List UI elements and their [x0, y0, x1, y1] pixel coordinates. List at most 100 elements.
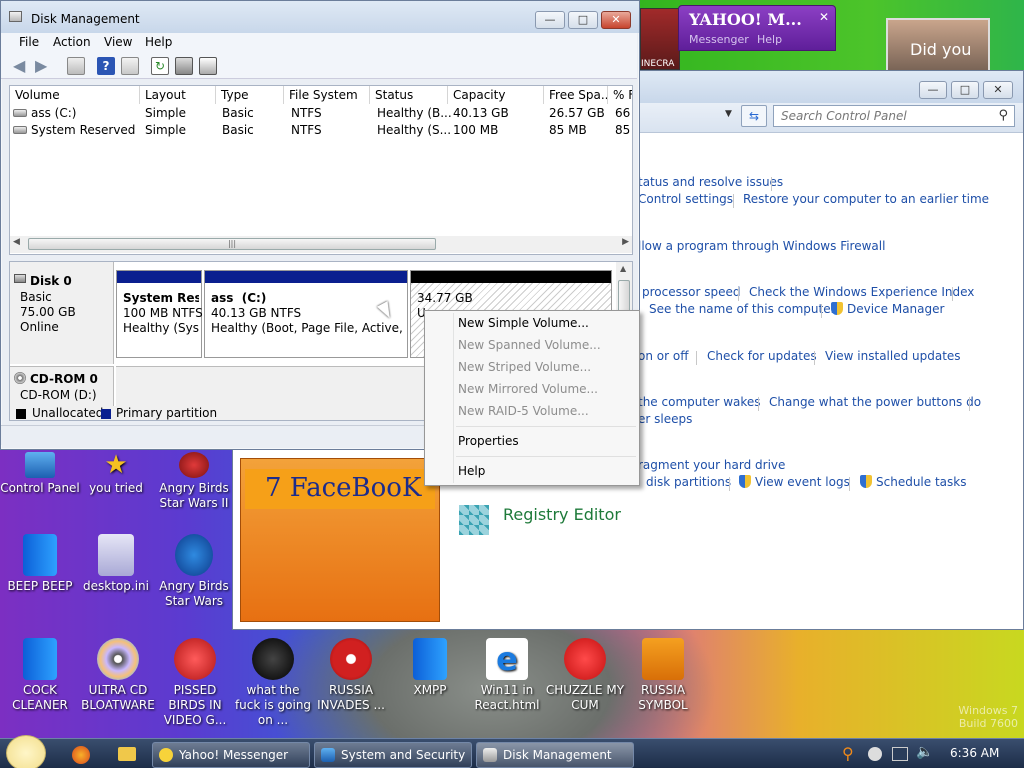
help-icon[interactable]: ? [97, 57, 115, 75]
column-header-file-system[interactable]: File System [284, 86, 370, 104]
yahoo-menu-help[interactable]: Help [757, 33, 782, 46]
menu-item-new-spanned-volume[interactable]: New Spanned Volume... [458, 335, 601, 355]
volume-tray-icon[interactable]: 🔈 [916, 744, 933, 760]
link-restore[interactable]: Restore your computer to an earlier time [743, 192, 989, 206]
minimize-button[interactable]: — [535, 11, 565, 29]
menu-item-properties[interactable]: Properties [458, 431, 519, 451]
link-disk-partitions[interactable]: disk partitions [646, 475, 731, 489]
angry-birds-icon [179, 452, 209, 478]
show-hide-console-icon[interactable] [67, 57, 85, 75]
minimize-button[interactable]: — [919, 81, 947, 99]
folder-icon[interactable] [118, 747, 136, 761]
menu-item-help[interactable]: Help [458, 461, 485, 481]
properties-icon[interactable] [121, 57, 139, 75]
taskbar-item-system-security[interactable]: System and Security [314, 742, 472, 768]
disk-management-icon [483, 748, 497, 762]
link-control-settings[interactable]: Control settings [638, 192, 733, 206]
desktop-icon-control-panel[interactable]: Control Panel [0, 452, 80, 496]
link-processor-speed[interactable]: processor speed [642, 285, 740, 299]
rescan-icon[interactable] [175, 57, 193, 75]
refresh-icon[interactable]: ⇆ [741, 105, 767, 127]
link-defragment[interactable]: ragment your hard drive [638, 458, 785, 472]
taskbar-item-yahoo[interactable]: Yahoo! Messenger [152, 742, 310, 768]
desktop-icon-beep-beep[interactable]: BEEP BEEP [0, 534, 80, 594]
disk0-label-box[interactable]: Disk 0 Basic 75.00 GB Online [10, 262, 114, 364]
desktop-icon-ultra-cd[interactable]: ULTRA CD BLOATWARE [78, 638, 158, 713]
link-on-off[interactable]: on or off [638, 349, 688, 363]
network-tray-icon[interactable] [892, 747, 908, 761]
close-button[interactable]: ✕ [601, 11, 631, 29]
column-header-capacity[interactable]: Capacity [448, 86, 544, 104]
menu-view[interactable]: View [104, 35, 132, 49]
menu-item-new-striped-volume[interactable]: New Striped Volume... [458, 357, 591, 377]
desktop-icon-you-tried[interactable]: ★ you tried [76, 452, 156, 496]
column-header-percent-free[interactable]: % F [608, 86, 632, 104]
maximize-button[interactable]: □ [568, 11, 598, 29]
desktop-icon-chuzzle[interactable]: CHUZZLE MY CUM [545, 638, 625, 713]
horizontal-scrollbar[interactable]: ◀ ||| ▶ [10, 236, 632, 253]
link-registry-editor[interactable]: Registry Editor [503, 505, 621, 524]
table-row[interactable]: ass (C:) Simple Basic NTFS Healthy (B...… [10, 105, 632, 121]
link-experience-index[interactable]: Check the Windows Experience Index [749, 285, 974, 299]
desktop-icon-russia-symbol[interactable]: RUSSIA SYMBOL [623, 638, 703, 713]
link-computer-sleeps[interactable]: er sleeps [638, 412, 692, 426]
yahoo-messenger-window[interactable]: YAHOO! M... Messenger Help ✕ [678, 5, 836, 51]
event-logs-label: View event logs [755, 475, 850, 489]
desktop-icon-desktop-ini[interactable]: desktop.ini [76, 534, 156, 594]
close-icon[interactable]: ✕ [819, 10, 829, 24]
column-header-layout[interactable]: Layout [140, 86, 216, 104]
menu-item-new-mirrored-volume[interactable]: New Mirrored Volume... [458, 379, 598, 399]
yahoo-menu-messenger[interactable]: Messenger [689, 33, 749, 46]
menu-file[interactable]: File [19, 35, 39, 49]
cell-status: Healthy (S... [377, 123, 452, 137]
messenger-tray-icon[interactable] [868, 747, 882, 761]
clock[interactable]: 6:36 AM [950, 746, 999, 760]
cdrom-label-box[interactable]: CD-ROM 0 CD-ROM (D:) [10, 366, 114, 406]
column-header-free-space[interactable]: Free Spa... [544, 86, 608, 104]
scroll-up-icon[interactable]: ▲ [620, 264, 626, 273]
link-computer-name[interactable]: See the name of this computer [649, 302, 836, 316]
desktop-icon-russia-invades[interactable]: RUSSIA INVADES ... [311, 638, 391, 713]
close-button[interactable]: ✕ [983, 81, 1013, 99]
menu-item-new-simple-volume[interactable]: New Simple Volume... [458, 313, 589, 333]
link-firewall[interactable]: llow a program through Windows Firewall [638, 239, 885, 253]
link-installed-updates[interactable]: View installed updates [825, 349, 961, 363]
scrollbar-thumb[interactable]: ||| [28, 238, 436, 250]
desktop-icon-xmpp[interactable]: XMPP [390, 638, 470, 698]
refresh-icon[interactable]: ↻ [151, 57, 169, 75]
partition-system-reserved[interactable]: System Reser 100 MB NTFS Healthy (Syste [116, 270, 203, 358]
back-arrow-icon[interactable]: ◀ [13, 57, 31, 75]
link-check-updates[interactable]: Check for updates [707, 349, 817, 363]
link-status-resolve[interactable]: tatus and resolve issues [638, 175, 783, 189]
firefox-icon[interactable] [72, 746, 90, 764]
address-dropdown-icon[interactable]: ▼ [725, 109, 732, 119]
link-computer-wakes[interactable]: the computer wakes [638, 395, 761, 409]
desktop-icon-pissed-birds[interactable]: PISSED BIRDS IN VIDEO G... [155, 638, 235, 728]
desktop-icon-angry-birds-sw2[interactable]: Angry Birds Star Wars II [154, 452, 234, 511]
maximize-button[interactable]: □ [951, 81, 979, 99]
menu-item-new-raid5-volume[interactable]: New RAID-5 Volume... [458, 401, 589, 421]
desktop-icon-what-the[interactable]: what the fuck is going on ... [233, 638, 313, 728]
table-row[interactable]: System Reserved Simple Basic NTFS Health… [10, 122, 632, 138]
taskbar-item-disk-management[interactable]: Disk Management [476, 742, 634, 768]
menu-action[interactable]: Action [53, 35, 91, 49]
scroll-right-icon[interactable]: ▶ [622, 237, 629, 247]
link-schedule-tasks[interactable]: Schedule tasks [860, 475, 966, 489]
search-input[interactable]: Search Control Panel ⚲ [773, 105, 1015, 127]
start-button[interactable] [6, 735, 46, 768]
desktop-icon-angry-birds-sw[interactable]: Angry Birds Star Wars [154, 534, 234, 609]
link-power-buttons[interactable]: Change what the power buttons do [769, 395, 981, 409]
partition-c-drive[interactable]: ass (C:) 40.13 GB NTFS Healthy (Boot, Pa… [204, 270, 408, 358]
search-tray-icon[interactable]: ⚲ [842, 744, 854, 763]
settings-icon[interactable] [199, 57, 217, 75]
column-header-type[interactable]: Type [216, 86, 284, 104]
scroll-left-icon[interactable]: ◀ [13, 237, 20, 247]
link-device-manager[interactable]: Device Manager [831, 302, 944, 316]
column-header-status[interactable]: Status [370, 86, 448, 104]
link-event-logs[interactable]: View event logs [739, 475, 850, 489]
desktop-icon-cock-cleaner[interactable]: COCK CLEANER [0, 638, 80, 713]
column-header-volume[interactable]: Volume [10, 86, 140, 104]
forward-arrow-icon[interactable]: ▶ [35, 57, 53, 75]
menu-help[interactable]: Help [145, 35, 172, 49]
desktop-icon-win11[interactable]: e Win11 in React.html [467, 638, 547, 713]
